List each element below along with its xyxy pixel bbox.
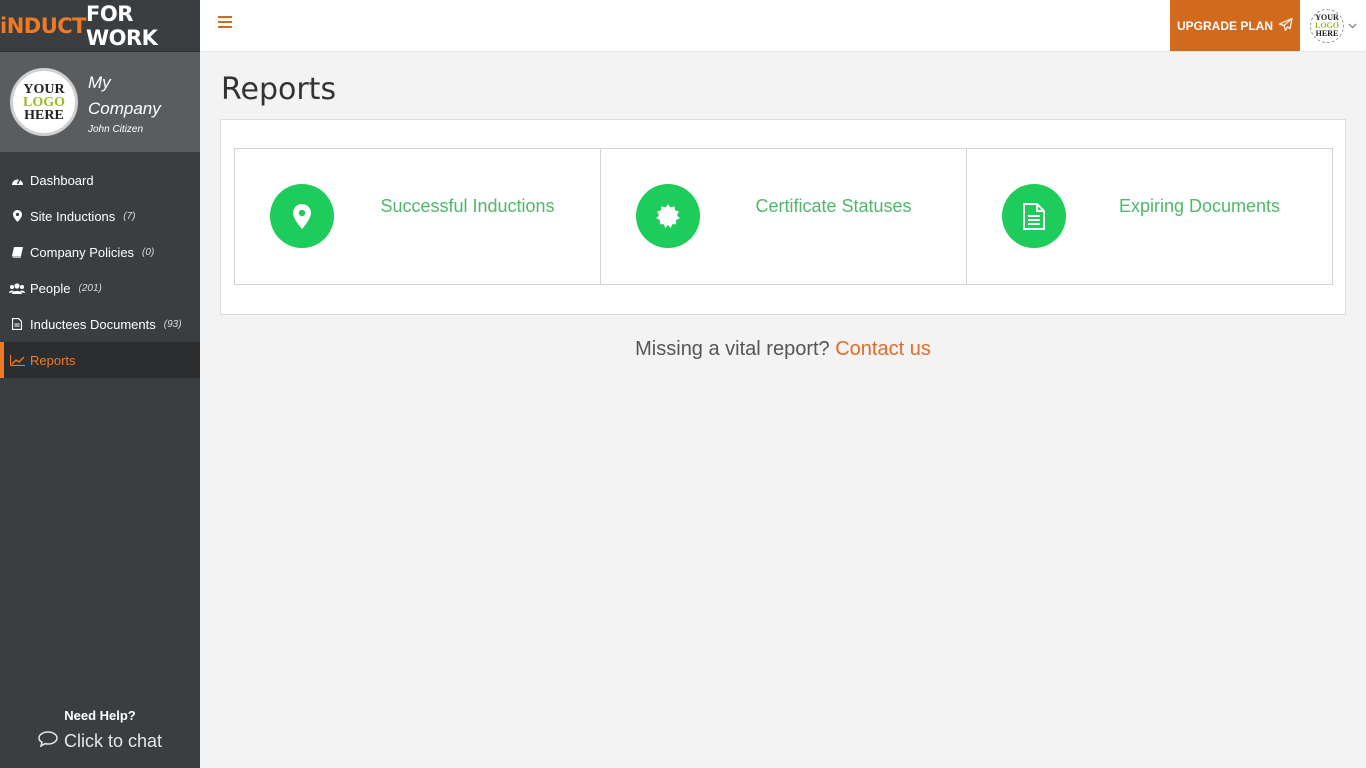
sidebar-item-dashboard[interactable]: Dashboard <box>0 162 200 198</box>
sidebar-item-reports[interactable]: Reports <box>0 342 200 378</box>
brand-part1: iNDUCT <box>0 13 87 38</box>
sidebar-item-people[interactable]: People (201) <box>0 270 200 306</box>
sidebar-nav: Dashboard Site Inductions (7) Company Po… <box>0 162 200 378</box>
sidebar-item-inductees-documents[interactable]: Inductees Documents (93) <box>0 306 200 342</box>
paper-plane-icon <box>1277 16 1293 34</box>
missing-report-text: Missing a vital report? <box>635 338 830 360</box>
report-card-certificate-statuses[interactable]: Certificate Statuses <box>600 148 967 285</box>
avatar: YOUR LOGO HERE <box>1310 9 1344 43</box>
map-marker-icon <box>9 210 25 222</box>
chart-line-icon <box>9 354 25 366</box>
help-title: Need Help? <box>64 708 136 723</box>
upgrade-plan-label: UPGRADE PLAN <box>1176 18 1273 33</box>
page-title: Reports <box>221 72 337 107</box>
contact-us-link[interactable]: Contact us <box>835 338 931 360</box>
sidebar-item-count: (7) <box>123 210 136 222</box>
chevron-down-icon <box>1348 21 1357 32</box>
report-card-label: Successful Inductions <box>380 196 555 216</box>
users-icon <box>9 282 25 294</box>
user-name: John Citizen <box>88 123 144 135</box>
sidebar-item-count: (93) <box>163 318 182 330</box>
report-card-label: Expiring Documents <box>1118 196 1281 216</box>
sidebar: iNDUCT FOR WORK YOUR LOGO HERE My Company… <box>0 0 200 768</box>
sidebar-item-site-inductions[interactable]: Site Inductions (7) <box>0 198 200 234</box>
logo-line-2: LOGO <box>22 94 65 110</box>
chat-button[interactable]: Click to chat <box>0 731 200 752</box>
upgrade-plan-button[interactable]: UPGRADE PLAN <box>1170 0 1300 51</box>
document-icon <box>9 318 25 330</box>
top-bar: UPGRADE PLAN YOUR LOGO HERE <box>200 0 1366 52</box>
avatar-line-3: HERE <box>1315 29 1339 38</box>
reports-panel: Successful Inductions Certificate Status… <box>220 119 1346 315</box>
brand-logo[interactable]: iNDUCT FOR WORK <box>0 0 200 52</box>
sidebar-item-label: Inductees Documents <box>30 316 156 332</box>
report-card-label: Certificate Statuses <box>755 196 912 216</box>
sidebar-item-count: (0) <box>142 246 155 258</box>
menu-toggle-icon[interactable] <box>218 16 232 30</box>
user-menu[interactable]: YOUR LOGO HERE <box>1310 9 1357 43</box>
company-name: My Company <box>88 72 161 118</box>
company-logo: YOUR LOGO HERE <box>10 68 78 136</box>
dashboard-icon <box>9 175 25 186</box>
logo-line-1: YOUR <box>23 81 65 97</box>
sidebar-item-company-policies[interactable]: Company Policies (0) <box>0 234 200 270</box>
missing-report-message: Missing a vital report? Contact us <box>220 338 1346 361</box>
report-card-successful-inductions[interactable]: Successful Inductions <box>234 148 601 285</box>
help-section: Need Help? Click to chat <box>0 708 200 752</box>
sidebar-item-label: Company Policies <box>30 244 135 260</box>
profile-text: My Company John Citizen <box>88 70 168 135</box>
sidebar-item-count: (201) <box>78 282 102 294</box>
sidebar-item-label: Site Inductions <box>30 208 116 224</box>
company-profile: YOUR LOGO HERE My Company John Citizen <box>0 52 200 152</box>
logo-line-3: HERE <box>24 107 64 123</box>
chat-label: Click to chat <box>63 731 163 751</box>
report-card-expiring-documents[interactable]: Expiring Documents <box>966 148 1333 285</box>
sidebar-item-label: People <box>30 280 71 296</box>
chat-bubble-icon <box>38 731 58 752</box>
book-icon <box>9 246 25 258</box>
brand-part2: FOR WORK <box>86 1 158 50</box>
sidebar-item-label: Reports <box>30 352 76 368</box>
sidebar-item-label: Dashboard <box>30 172 94 188</box>
